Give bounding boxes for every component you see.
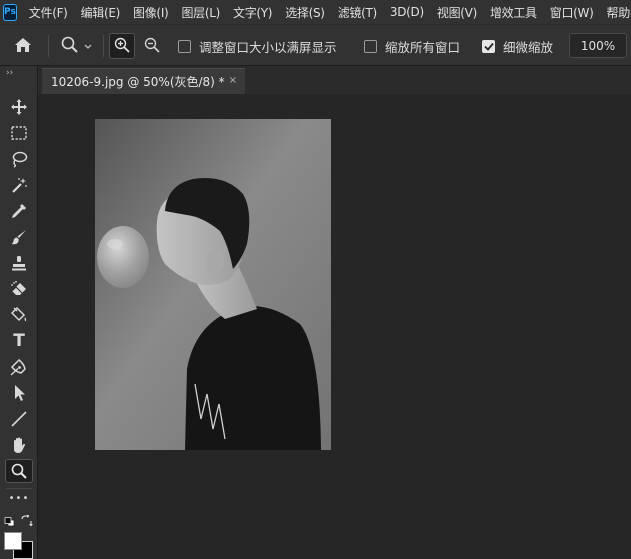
swap-arrows-icon [21,514,33,527]
scrubby-zoom-option[interactable]: 细微缩放 [482,25,553,67]
chevron-down-icon [84,39,92,53]
menu-view[interactable]: 视图(V) [437,4,477,21]
menu-select[interactable]: 选择(S) [285,4,325,21]
zoom-icon [11,463,27,479]
scrubby-zoom-checkbox[interactable] [482,39,495,53]
options-bar: 调整窗口大小以满屏显示 缩放所有窗口 细微缩放 100% [0,24,631,66]
menu-type[interactable]: 文字(Y) [233,4,273,21]
options-divider [48,35,49,57]
eyedropper-tool[interactable] [5,199,33,223]
more-icon: ••• [8,492,30,504]
zoom-out-icon [143,36,161,57]
eyedropper-icon [12,204,26,218]
pen-icon [10,358,26,376]
paint-bucket-icon [10,306,27,322]
clone-stamp-icon [12,256,26,271]
magnifier-icon [60,35,80,58]
zoom-in-icon [113,36,131,57]
options-divider [103,35,104,57]
brush-tool[interactable] [5,225,33,249]
move-tool[interactable] [5,95,33,119]
tools-panel: ›› T ••• [0,66,38,559]
line-tool[interactable] [5,407,33,431]
home-button[interactable] [14,25,32,67]
arrow-cursor-icon [15,385,25,401]
menu-window[interactable]: 窗口(W) [550,4,594,21]
move-icon [11,99,27,115]
zoom-tool[interactable] [5,459,33,483]
rectangular-marquee-icon [11,126,27,140]
menu-3d[interactable]: 3D(D) [390,5,424,19]
document-tab-bar: 10206-9.jpg @ 50%(灰色/8) * × [38,66,631,94]
stamp-tool[interactable] [5,251,33,275]
zoom-in-button[interactable] [109,33,135,59]
default-colors-icon [4,517,15,527]
menu-help[interactable]: 帮助(H) [607,4,631,21]
marquee-tool[interactable] [5,121,33,145]
document-tab-title: 10206-9.jpg @ 50%(灰色/8) * [51,75,225,89]
lasso-icon [12,151,28,168]
zoom-all-checkbox[interactable] [364,39,377,53]
magic-wand-icon [12,178,27,193]
foreground-color-swatch[interactable] [4,532,22,550]
hand-icon [14,437,25,453]
canvas-area[interactable] [38,94,631,559]
menu-layer[interactable]: 图层(L) [181,4,220,21]
menu-image[interactable]: 图像(I) [133,4,169,21]
panel-collapse-icon[interactable]: ›› [6,68,13,78]
edit-toolbar-button[interactable]: ••• [5,486,33,510]
photo-illustration [95,119,331,450]
magic-wand-tool[interactable] [5,173,33,197]
close-icon[interactable]: × [229,75,237,86]
paint-bucket-tool[interactable] [5,303,33,327]
zoom-out-button[interactable] [139,33,165,59]
type-tool[interactable]: T [5,329,33,353]
scrubby-zoom-label: 细微缩放 [503,39,554,55]
document-photo [95,119,331,450]
document-tab[interactable]: 10206-9.jpg @ 50%(灰色/8) * × [42,68,245,94]
eraser-icon [11,280,26,295]
menu-plugins[interactable]: 增效工具 [490,4,537,21]
line-icon [11,411,27,427]
menu-bar: Ps 文件(F) 编辑(E) 图像(I) 图层(L) 文字(Y) 选择(S) 滤… [0,0,631,24]
swap-colors-button[interactable] [20,514,33,527]
lasso-tool[interactable] [5,147,33,171]
zoom-all-option[interactable]: 缩放所有窗口 [364,25,460,67]
zoom-all-label: 缩放所有窗口 [385,39,461,55]
menu-filter[interactable]: 滤镜(T) [338,4,378,21]
pen-tool[interactable] [5,355,33,379]
tool-preset-picker[interactable] [60,25,92,67]
photoshop-logo[interactable]: Ps [3,3,17,21]
menu-file[interactable]: 文件(F) [29,4,68,21]
resize-windows-option[interactable]: 调整窗口大小以满屏显示 [178,25,337,67]
type-icon: T [13,331,25,351]
home-icon [14,37,32,56]
eraser-tool[interactable] [5,277,33,301]
resize-windows-label: 调整窗口大小以满屏显示 [199,39,337,55]
path-selection-tool[interactable] [5,381,33,405]
resize-windows-checkbox[interactable] [178,39,191,53]
default-colors-button[interactable] [4,516,16,527]
zoom-percent-button[interactable]: 100% [569,33,627,58]
checkmark-icon [483,42,494,51]
hand-tool[interactable] [5,433,33,457]
menu-edit[interactable]: 编辑(E) [81,4,121,21]
brush-icon [11,230,26,245]
